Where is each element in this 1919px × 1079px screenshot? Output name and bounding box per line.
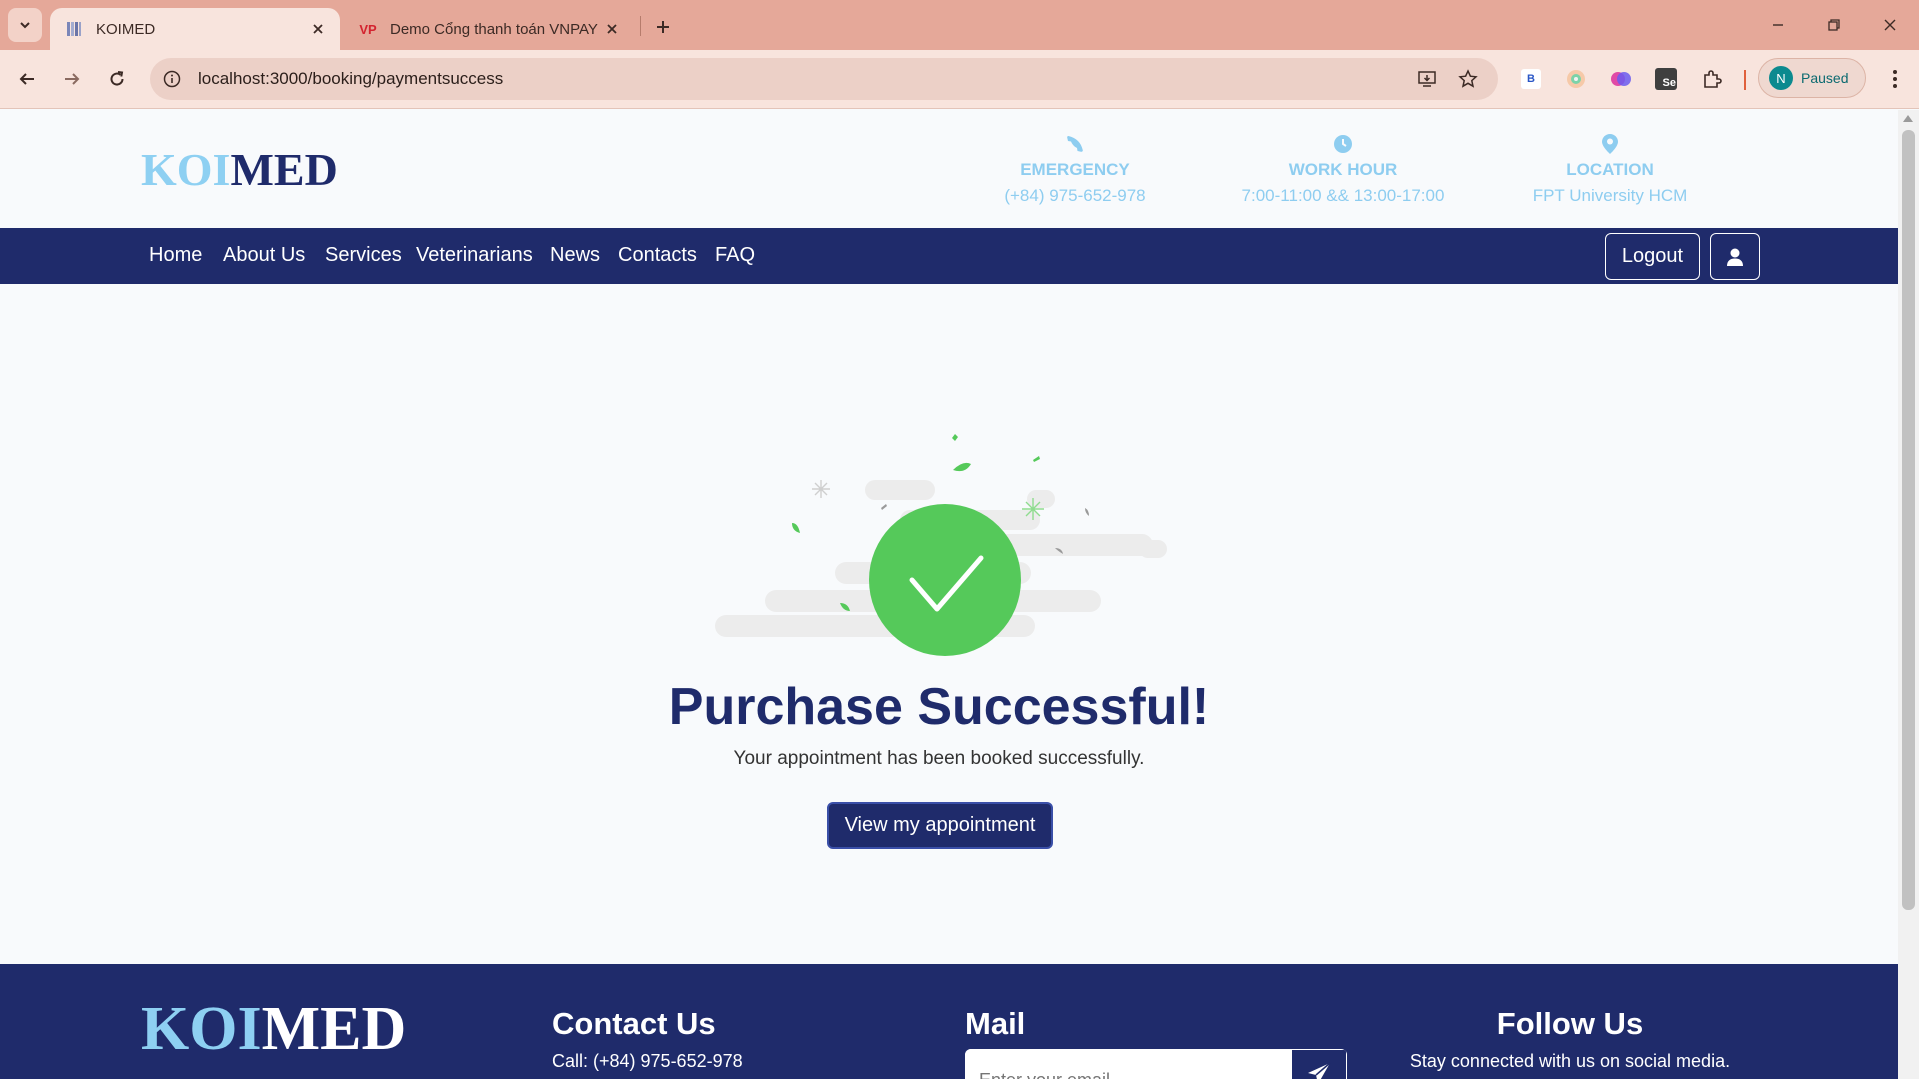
work-hour-heading: WORK HOUR [1288,160,1398,179]
minimize-icon [1773,24,1783,26]
url-text: localhost:3000/booking/paymentsuccess [198,69,504,88]
toolbar-divider [1744,70,1746,90]
close-window-button[interactable] [1870,8,1910,42]
scroll-up-arrow-icon[interactable] [1903,115,1913,122]
extension-b-icon[interactable]: B [1515,63,1547,95]
success-illustration [715,434,1167,656]
arrow-left-icon [19,73,34,85]
bookmark-star-icon[interactable] [1453,64,1483,94]
paper-plane-icon [1308,1062,1331,1079]
tab-search-button[interactable] [8,8,42,42]
chevron-down-icon [20,22,30,29]
restore-button[interactable] [1814,8,1854,42]
contact-phone: Call: (+84) 975-652-978 [552,1051,743,1071]
back-button[interactable] [9,61,45,97]
extension-color-icon[interactable] [1560,63,1592,95]
follow-heading: Follow Us [1496,1006,1644,1041]
avatar: N [1769,66,1793,90]
work-hour-value: 7:00-11:00 && 13:00-17:00 [1241,186,1445,205]
profile-status: Paused [1801,70,1849,86]
location-info: LOCATION FPT University HCM [1480,132,1740,206]
page-scrollbar[interactable] [1898,110,1919,1079]
nav-contacts[interactable]: Contacts [618,244,697,267]
new-tab-button[interactable] [648,12,678,42]
more-vertical-icon [1893,70,1897,88]
nav-news[interactable]: News [550,244,600,267]
view-appointment-button[interactable]: View my appointment [827,802,1053,849]
plus-icon [657,21,669,33]
scrollbar-thumb[interactable] [1902,130,1915,910]
page-viewport: KOIMED EMERGENCY (+84) 975-652-978 WORK … [0,110,1898,1079]
newsletter-form [965,1049,1347,1079]
tab-title: KOIMED [96,20,156,38]
address-bar[interactable]: localhost:3000/booking/paymentsuccess [150,58,1498,100]
send-email-button[interactable] [1291,1049,1347,1079]
nav-veterinarians[interactable]: Veterinarians [416,244,533,267]
close-tab-icon[interactable] [306,17,330,41]
emergency-info: EMERGENCY (+84) 975-652-978 [945,132,1205,206]
install-app-icon[interactable] [1412,64,1442,94]
emergency-heading: EMERGENCY [1020,160,1130,179]
restore-icon [1828,19,1840,31]
location-pin-icon [1480,132,1740,156]
reload-icon [110,71,124,86]
tab-separator [640,16,641,36]
nav-services[interactable]: Services [325,244,402,267]
follow-text: Stay connected with us on social media. [1409,1051,1731,1071]
footer-logo[interactable]: KOIMED [141,994,406,1065]
logo-koi: KOI [141,144,231,195]
forward-button[interactable] [54,61,90,97]
email-field[interactable] [965,1049,1291,1079]
footer-logo-med: MED [261,995,407,1063]
tab-vnpay[interactable]: VP Demo Cổng thanh toán VNPAY [344,8,634,50]
vnpay-favicon-icon: VP [359,21,377,37]
minimize-button[interactable] [1758,8,1798,42]
page-title: Purchase Successful! [668,678,1210,736]
user-profile-button[interactable] [1710,233,1760,280]
extensions-puzzle-icon[interactable] [1696,63,1728,95]
success-check-circle [869,504,1021,656]
location-heading: LOCATION [1566,160,1654,179]
success-message: Your appointment has been booked success… [733,748,1145,769]
footer-logo-koi: KOI [141,995,262,1063]
reload-button[interactable] [99,61,135,97]
mail-heading: Mail [965,1006,1026,1041]
user-icon [1727,248,1743,266]
logout-button[interactable]: Logout [1605,233,1700,280]
tab-title: Demo Cổng thanh toán VNPAY [390,20,598,38]
nav-home[interactable]: Home [149,244,202,267]
tab-koimed[interactable]: KOIMED [50,8,340,50]
arrow-right-icon [65,73,80,85]
site-info-icon[interactable] [158,65,186,93]
site-header: KOIMED EMERGENCY (+84) 975-652-978 WORK … [0,110,1898,230]
extension-brain-icon[interactable] [1605,63,1637,95]
site-footer: KOIMED Contact Us Call: (+84) 975-652-97… [0,964,1898,1079]
extension-selenium-icon[interactable]: Se [1650,63,1682,95]
site-logo[interactable]: KOIMED [141,143,338,196]
close-tab-icon[interactable] [600,17,624,41]
emergency-phone: (+84) 975-652-978 [1004,186,1146,205]
location-value: FPT University HCM [1532,186,1688,205]
clock-icon [1213,132,1473,156]
browser-toolbar: localhost:3000/booking/paymentsuccess B … [0,50,1919,109]
browser-tab-strip: KOIMED VP Demo Cổng thanh toán VNPAY [0,0,1919,50]
work-hour-info: WORK HOUR 7:00-11:00 && 13:00-17:00 [1213,132,1473,206]
nav-faq[interactable]: FAQ [715,244,755,267]
koimed-favicon-icon [64,19,84,39]
logo-med: MED [230,144,338,195]
nav-about-us[interactable]: About Us [223,244,305,267]
main-navbar: Home About Us Services Veterinarians New… [0,228,1898,284]
contact-heading: Contact Us [552,1006,716,1041]
phone-icon [945,132,1205,156]
profile-button[interactable]: N Paused [1758,58,1866,98]
browser-menu-button[interactable] [1877,61,1913,97]
close-icon [1884,19,1896,31]
